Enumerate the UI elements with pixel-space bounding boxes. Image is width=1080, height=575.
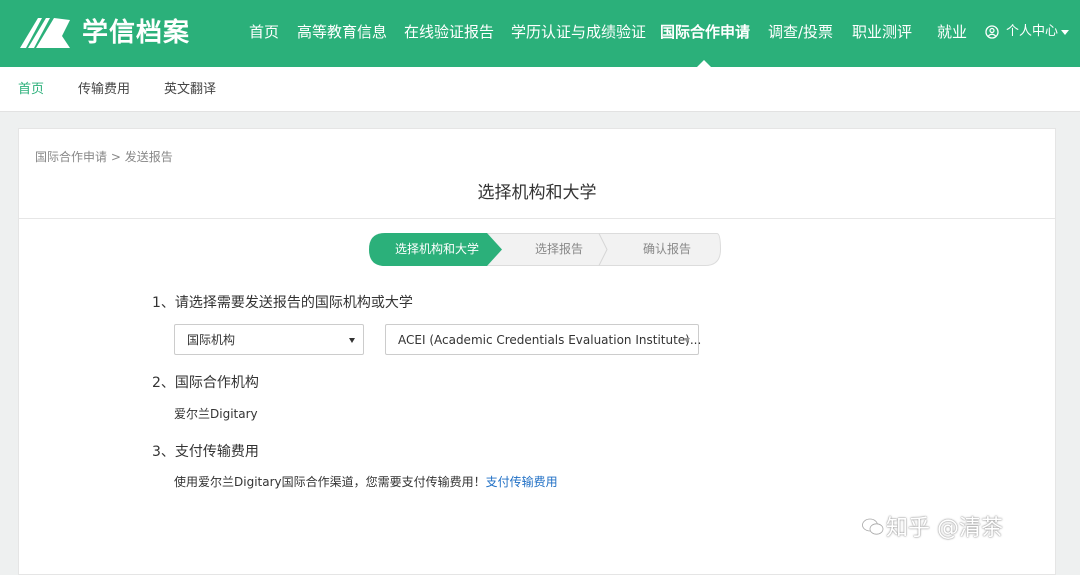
nav-employment[interactable]: 就业 [937, 22, 967, 42]
main-nav: 首页 高等教育信息 在线验证报告 学历认证与成绩验证 国际合作申请 调查/投票 … [0, 0, 1080, 67]
breadcrumb-parent[interactable]: 国际合作申请 [35, 150, 107, 164]
step-select-institution[interactable]: 选择机构和大学 [381, 241, 493, 258]
section-title-payment: 3、支付传输费用 [152, 444, 259, 460]
nav-home[interactable]: 首页 [249, 22, 279, 42]
sub-nav: 首页 传输费用 英文翻译 [0, 67, 1080, 112]
institution-value: ACEI (Academic Credentials Evaluation In… [398, 333, 702, 347]
subnav-transfer-fee[interactable]: 传输费用 [78, 81, 130, 99]
page-title: 选择机构和大学 [477, 183, 597, 203]
top-header: 学信档案 首页 高等教育信息 在线验证报告 学历认证与成绩验证 国际合作申请 调… [0, 0, 1080, 67]
caret-down-icon[interactable] [1061, 30, 1069, 35]
watermark-text: 知乎 @清茶 [886, 516, 1003, 541]
nav-online-report[interactable]: 在线验证报告 [404, 22, 494, 42]
wechat-icon [862, 518, 884, 535]
section-title-select: 1、请选择需要发送报告的国际机构或大学 [152, 295, 413, 311]
content-card: 国际合作申请 > 发送报告 选择机构和大学 选择机构和大学 选择报告 确认报告 … [18, 128, 1056, 575]
nav-career-test[interactable]: 职业测评 [852, 22, 912, 42]
user-circle-icon[interactable] [985, 25, 999, 39]
breadcrumb: 国际合作申请 > 发送报告 [35, 149, 173, 165]
nav-survey[interactable]: 调查/投票 [768, 22, 833, 42]
chevron-down-icon [349, 338, 355, 343]
breadcrumb-separator: > [110, 150, 121, 164]
institution-type-select[interactable]: 国际机构 [174, 324, 364, 355]
subnav-home[interactable]: 首页 [18, 81, 44, 99]
institution-type-value: 国际机构 [187, 333, 236, 347]
step-select-report[interactable]: 选择报告 [511, 241, 607, 258]
payment-notice-text: 使用爱尔兰Digitary国际合作渠道，您需要支付传输费用！ [174, 475, 486, 489]
nav-certification[interactable]: 学历认证与成绩验证 [511, 22, 646, 42]
nav-higher-education[interactable]: 高等教育信息 [297, 22, 387, 42]
section-title-partner: 2、国际合作机构 [152, 375, 259, 391]
breadcrumb-current: 发送报告 [124, 150, 173, 164]
partner-name: 爱尔兰Digitary [174, 407, 258, 421]
step-confirm-report[interactable]: 确认报告 [619, 241, 715, 258]
chevron-down-icon [684, 338, 690, 343]
pay-transfer-fee-link[interactable]: 支付传输费用 [486, 475, 558, 489]
subnav-english-translation[interactable]: 英文翻译 [164, 81, 216, 99]
payment-notice: 使用爱尔兰Digitary国际合作渠道，您需要支付传输费用！支付传输费用 [174, 473, 558, 491]
divider [19, 218, 1055, 219]
nav-international[interactable]: 国际合作申请 [660, 22, 750, 42]
institution-select[interactable]: ACEI (Academic Credentials Evaluation In… [385, 324, 702, 355]
active-nav-indicator [697, 60, 711, 67]
user-menu[interactable]: 个人中心 [1006, 23, 1058, 41]
step-indicator: 选择机构和大学 选择报告 确认报告 [369, 233, 721, 266]
